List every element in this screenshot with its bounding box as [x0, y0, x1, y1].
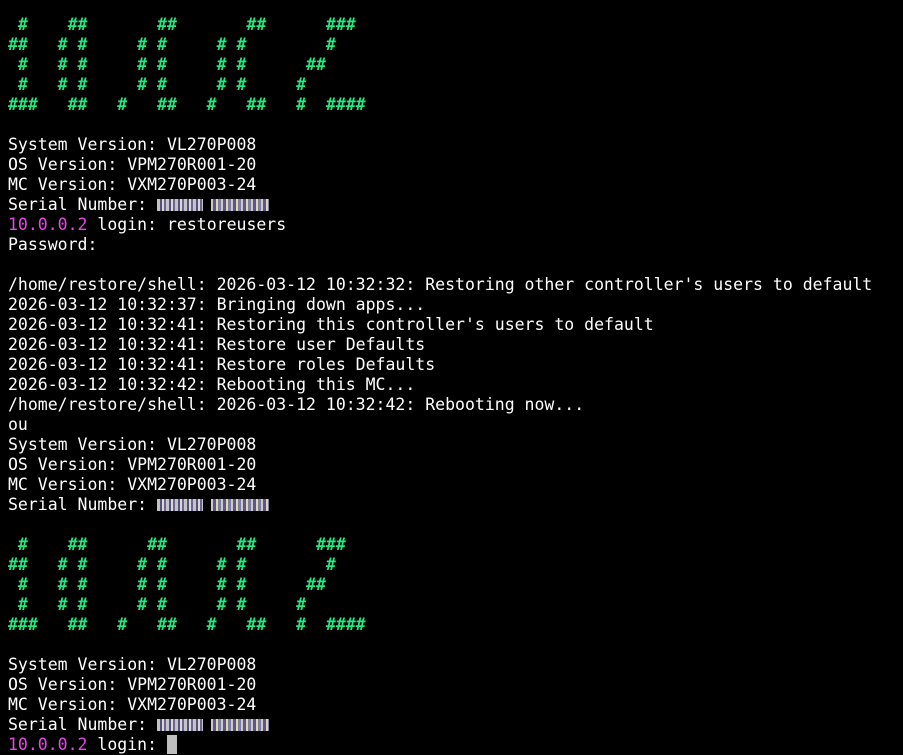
banner-line: ## # # # # # # # — [8, 35, 336, 54]
login-line[interactable]: 10.0.0.2 login: — [8, 735, 898, 755]
redacted-serial-block — [157, 499, 204, 511]
banner-line: # # # # # # # # — [8, 75, 307, 94]
banner-line: # ## ## ## ### — [8, 15, 356, 34]
mc-version-line: MC Version: VXM270P003-24 — [8, 175, 257, 194]
login-line: 10.0.0.2 login: restoreusers — [8, 215, 898, 235]
password-prompt: Password: — [8, 235, 98, 254]
redacted-serial-block — [211, 499, 270, 511]
ascii-banner: # ## ## ## ### ## # # # # # # # # # # # … — [8, 15, 898, 115]
redacted-serial-block — [157, 719, 204, 731]
serial-number-label: Serial Number: — [8, 195, 158, 214]
redacted-serial-block — [211, 199, 270, 211]
serial-number-label: Serial Number: — [8, 495, 158, 514]
log-line: /home/restore/shell: 2026-03-12 10:32:32… — [8, 275, 873, 294]
log-line: /home/restore/shell: 2026-03-12 10:32:42… — [8, 395, 585, 414]
log-line: 2026-03-12 10:32:41: Restore user Defaul… — [8, 335, 426, 354]
log-line: 2026-03-12 10:32:42: Rebooting this MC..… — [8, 375, 416, 394]
mc-version-line: MC Version: VXM270P003-24 — [8, 695, 257, 714]
terminal-output[interactable]: # ## ## ## ### ## # # # # # # # # # # # … — [8, 15, 898, 755]
serial-number-line: Serial Number: — [8, 195, 898, 215]
redacted-serial-block — [211, 719, 270, 731]
log-line: ou — [8, 415, 28, 434]
log-line: 2026-03-12 10:32:41: Restore roles Defau… — [8, 355, 436, 374]
banner-line: ## # # # # # # # — [8, 555, 336, 574]
login-username: restoreusers — [166, 215, 287, 234]
banner-line: ### ## # ## # ## # #### — [8, 615, 366, 634]
mc-version-line: MC Version: VXM270P003-24 — [8, 475, 257, 494]
redacted-serial-block — [157, 199, 204, 211]
system-version-line: System Version: VL270P008 — [8, 655, 257, 674]
host-address: 10.0.0.2 — [8, 215, 88, 234]
text-cursor[interactable] — [166, 735, 177, 754]
banner-line: # # # # # # # # — [8, 595, 307, 614]
serial-number-line: Serial Number: — [8, 495, 898, 515]
banner-line: ### ## # ## # ## # #### — [8, 95, 366, 114]
log-line: 2026-03-12 10:32:37: Bringing down apps.… — [8, 295, 426, 314]
host-address: 10.0.0.2 — [8, 735, 88, 754]
login-prompt: login: — [87, 215, 167, 234]
serial-number-line: Serial Number: — [8, 715, 898, 735]
banner-line: # # # # # # # ## — [8, 575, 326, 594]
os-version-line: OS Version: VPM270R001-20 — [8, 455, 257, 474]
banner-line: # ## ## ## ### — [8, 535, 346, 554]
log-line: 2026-03-12 10:32:41: Restoring this cont… — [8, 315, 654, 334]
banner-line: # # # # # # # ## — [8, 55, 326, 74]
os-version-line: OS Version: VPM270R001-20 — [8, 675, 257, 694]
os-version-line: OS Version: VPM270R001-20 — [8, 155, 257, 174]
system-version-line: System Version: VL270P008 — [8, 135, 257, 154]
ascii-banner: # ## ## ## ### ## # # # # # # # # # # # … — [8, 535, 898, 635]
serial-number-label: Serial Number: — [8, 715, 158, 734]
system-version-line: System Version: VL270P008 — [8, 435, 257, 454]
login-prompt: login: — [87, 735, 167, 754]
